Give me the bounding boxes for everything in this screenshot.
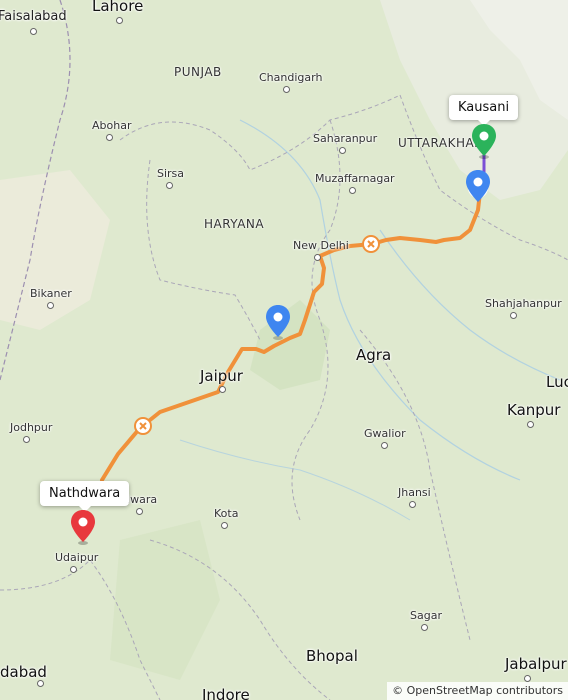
city-label-sirsa: Sirsa (157, 167, 185, 180)
city-dot (524, 675, 531, 682)
route-line (100, 190, 482, 482)
desert-terrain (0, 170, 110, 330)
city-dot (421, 624, 428, 631)
city-dot (136, 508, 143, 515)
state-label-punjab: PUNJAB (174, 65, 222, 79)
city-label-ahmedabad: dabad (0, 663, 47, 681)
city-label-kanpur: Kanpur (507, 401, 561, 419)
city-dot (381, 442, 388, 449)
city-label-faisalabad: Faisalabad (0, 9, 67, 24)
city-label-chandigarh: Chandigarh (259, 71, 323, 84)
city-label-jabalpur: Jabalpur (505, 655, 567, 673)
state-label-haryana: HARYANA (204, 217, 265, 231)
city-label-jaipur: Jaipur (200, 367, 243, 385)
city-dot (349, 187, 356, 194)
city-label-abohar: Abohar (92, 119, 132, 132)
city-label-kota: Kota (214, 507, 239, 520)
state-border (359, 329, 471, 641)
toll-marker-icon (362, 235, 380, 253)
city-label-bhopal: Bhopal (306, 647, 358, 665)
start-pin-icon[interactable] (70, 509, 96, 545)
city-dot (314, 254, 321, 261)
city-label-agra: Agra (356, 346, 392, 364)
city-label-bikaner: Bikaner (30, 287, 72, 300)
city-label-new-delhi: New Delhi (293, 239, 349, 252)
city-dot (37, 680, 44, 687)
city-dot (339, 147, 346, 154)
city-label-lucknow: Luc (546, 373, 568, 391)
city-dot (219, 386, 226, 393)
city-dot (221, 522, 228, 529)
end-callout[interactable]: Kausani (449, 95, 519, 126)
city-dot (166, 182, 173, 189)
city-label-lahore: Lahore (92, 0, 144, 15)
waypoint-pin-icon[interactable] (465, 169, 491, 205)
city-label-sagar: Sagar (410, 609, 442, 622)
state-border (146, 159, 261, 341)
city-dot (23, 436, 30, 443)
waypoint-pin-icon[interactable] (265, 304, 291, 340)
map-attribution[interactable]: © OpenStreetMap contributors (387, 682, 568, 700)
city-dot (116, 17, 123, 24)
city-dot (106, 134, 113, 141)
city-label-udaipur: Udaipur (55, 551, 99, 564)
map-canvas[interactable]: PUNJAB HARYANA UTTARAKHAND Faisalabad La… (0, 0, 568, 700)
city-dot (70, 566, 77, 573)
green-terrain (110, 520, 220, 680)
city-dot (47, 302, 54, 309)
city-label-jodhpur: Jodhpur (10, 421, 53, 434)
city-dot (409, 501, 416, 508)
city-label-jhansi: Jhansi (398, 486, 431, 499)
city-label-shahjahanpur: Shahjahanpur (485, 297, 562, 310)
city-dot (510, 312, 517, 319)
city-dot (30, 28, 37, 35)
city-dot (283, 86, 290, 93)
city-label-saharanpur: Saharanpur (313, 132, 378, 145)
toll-marker-icon (134, 417, 152, 435)
city-dot (527, 421, 534, 428)
start-callout[interactable]: Nathdwara (40, 481, 130, 512)
end-pin-icon[interactable] (471, 123, 497, 159)
city-label-indore: Indore (202, 686, 250, 700)
city-label-muzaffarnagar: Muzaffarnagar (315, 172, 395, 185)
city-label-gwalior: Gwalior (364, 427, 406, 440)
